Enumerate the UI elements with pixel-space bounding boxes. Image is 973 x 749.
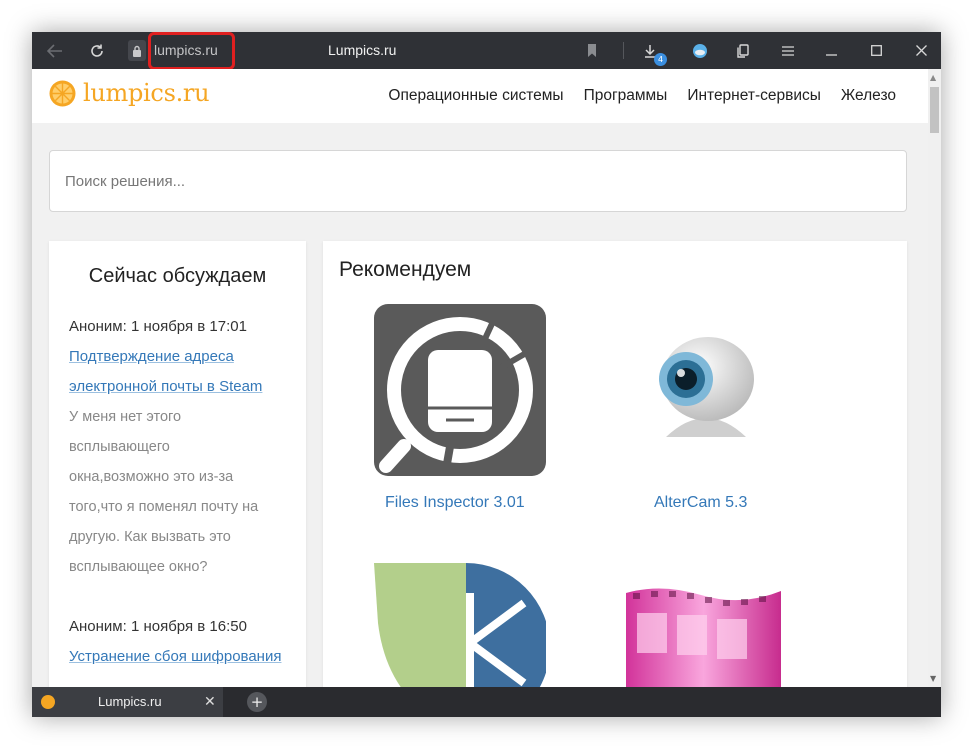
minimize-icon[interactable]	[820, 32, 842, 69]
maximize-icon[interactable]	[865, 32, 887, 69]
vertical-scrollbar[interactable]: ▲ ▼	[928, 69, 941, 687]
recommended-app-card[interactable]	[621, 583, 786, 687]
scroll-up-icon[interactable]: ▲	[930, 73, 936, 82]
tab-close-icon[interactable]: ✕	[204, 687, 216, 717]
webcam-logo-icon	[659, 337, 754, 437]
altercam-card[interactable]	[646, 329, 766, 449]
card-title-link[interactable]: Files Inspector 3.01	[385, 494, 525, 512]
comment-meta: Аноним: 1 ноября в 16:50	[69, 618, 247, 635]
scrollbar-thumb[interactable]	[930, 87, 939, 133]
menu-icon[interactable]	[777, 32, 799, 69]
scroll-down-icon[interactable]: ▼	[930, 674, 936, 683]
discussion-sidebar: Сейчас обсуждаем Аноним: 1 ноября в 17:0…	[49, 241, 306, 687]
browser-toolbar: lumpics.ru Lumpics.ru 4	[32, 32, 941, 70]
url-highlight-box	[148, 32, 235, 70]
search-input[interactable]	[49, 150, 907, 212]
nav-hardware[interactable]: Железо	[841, 87, 896, 105]
bookmark-icon[interactable]	[582, 32, 602, 69]
comment-text: всплывающее окно?	[69, 559, 208, 575]
new-tab-plus-icon[interactable]: +	[247, 692, 267, 712]
comment-text: другую. Как вызвать это	[69, 529, 231, 545]
comment-text: всплывающего	[69, 439, 170, 455]
orange-logo-icon	[49, 80, 76, 106]
comment-text: У меня нет этого	[69, 409, 182, 425]
recommended-section: Рекомендуем Files Inspector 3.01 AlterCa…	[323, 241, 907, 687]
files-inspector-logo-icon	[374, 304, 546, 476]
comment-item: Аноним: 1 ноября в 16:50 Устранение сбоя…	[69, 612, 286, 672]
close-icon[interactable]	[910, 32, 932, 69]
recommended-app-card[interactable]	[374, 563, 550, 687]
main-nav: Операционные системы Программы Интернет-…	[368, 69, 896, 123]
browser-window: lumpics.ru Lumpics.ru 4 lumpics.ru Опера…	[32, 32, 941, 717]
comment-text: окна,возможно это из-за	[69, 469, 234, 485]
window-title: Lumpics.ru	[328, 42, 397, 58]
tab-lumpics[interactable]: Lumpics.ru ✕	[32, 687, 223, 717]
lock-icon[interactable]	[128, 40, 146, 61]
card-title-link[interactable]: AlterCam 5.3	[654, 494, 747, 512]
site-header: lumpics.ru Операционные системы Программ…	[32, 69, 928, 123]
recommended-title: Рекомендуем	[339, 258, 472, 281]
film-strip-icon	[626, 588, 781, 687]
sidebar-title: Сейчас обсуждаем	[88, 265, 267, 287]
reload-icon[interactable]	[82, 32, 112, 69]
logo-text: lumpics.ru	[83, 79, 210, 107]
comment-article-link[interactable]: Подтверждение адреса	[69, 342, 286, 372]
site-logo[interactable]: lumpics.ru	[49, 79, 210, 107]
nav-internet-services[interactable]: Интернет-сервисы	[687, 87, 821, 105]
files-inspector-card[interactable]	[374, 304, 546, 476]
comment-meta: Аноним: 1 ноября в 17:01	[69, 318, 247, 335]
downloads-count-badge: 4	[654, 53, 667, 66]
comment-item: Аноним: 1 ноября в 17:01 Подтверждение а…	[69, 312, 286, 582]
toolbar-separator	[623, 42, 624, 59]
comment-text: того,что я поменял почту на	[69, 499, 259, 515]
nav-programs[interactable]: Программы	[584, 87, 668, 105]
kde-style-logo-icon	[374, 563, 550, 687]
tab-bar: Lumpics.ru ✕ +	[32, 687, 941, 717]
comment-article-link[interactable]: электронной почты в Steam	[69, 372, 286, 402]
tab-label: Lumpics.ru	[98, 694, 162, 709]
comment-article-link[interactable]: Устранение сбоя шифрования	[69, 642, 286, 672]
tab-favicon-icon	[41, 695, 55, 709]
nav-os[interactable]: Операционные системы	[388, 87, 563, 105]
back-arrow-icon[interactable]	[40, 32, 70, 69]
page-content: Сейчас обсуждаем Аноним: 1 ноября в 17:0…	[32, 123, 928, 687]
weather-icon[interactable]	[689, 32, 711, 69]
collections-icon[interactable]	[732, 32, 754, 69]
